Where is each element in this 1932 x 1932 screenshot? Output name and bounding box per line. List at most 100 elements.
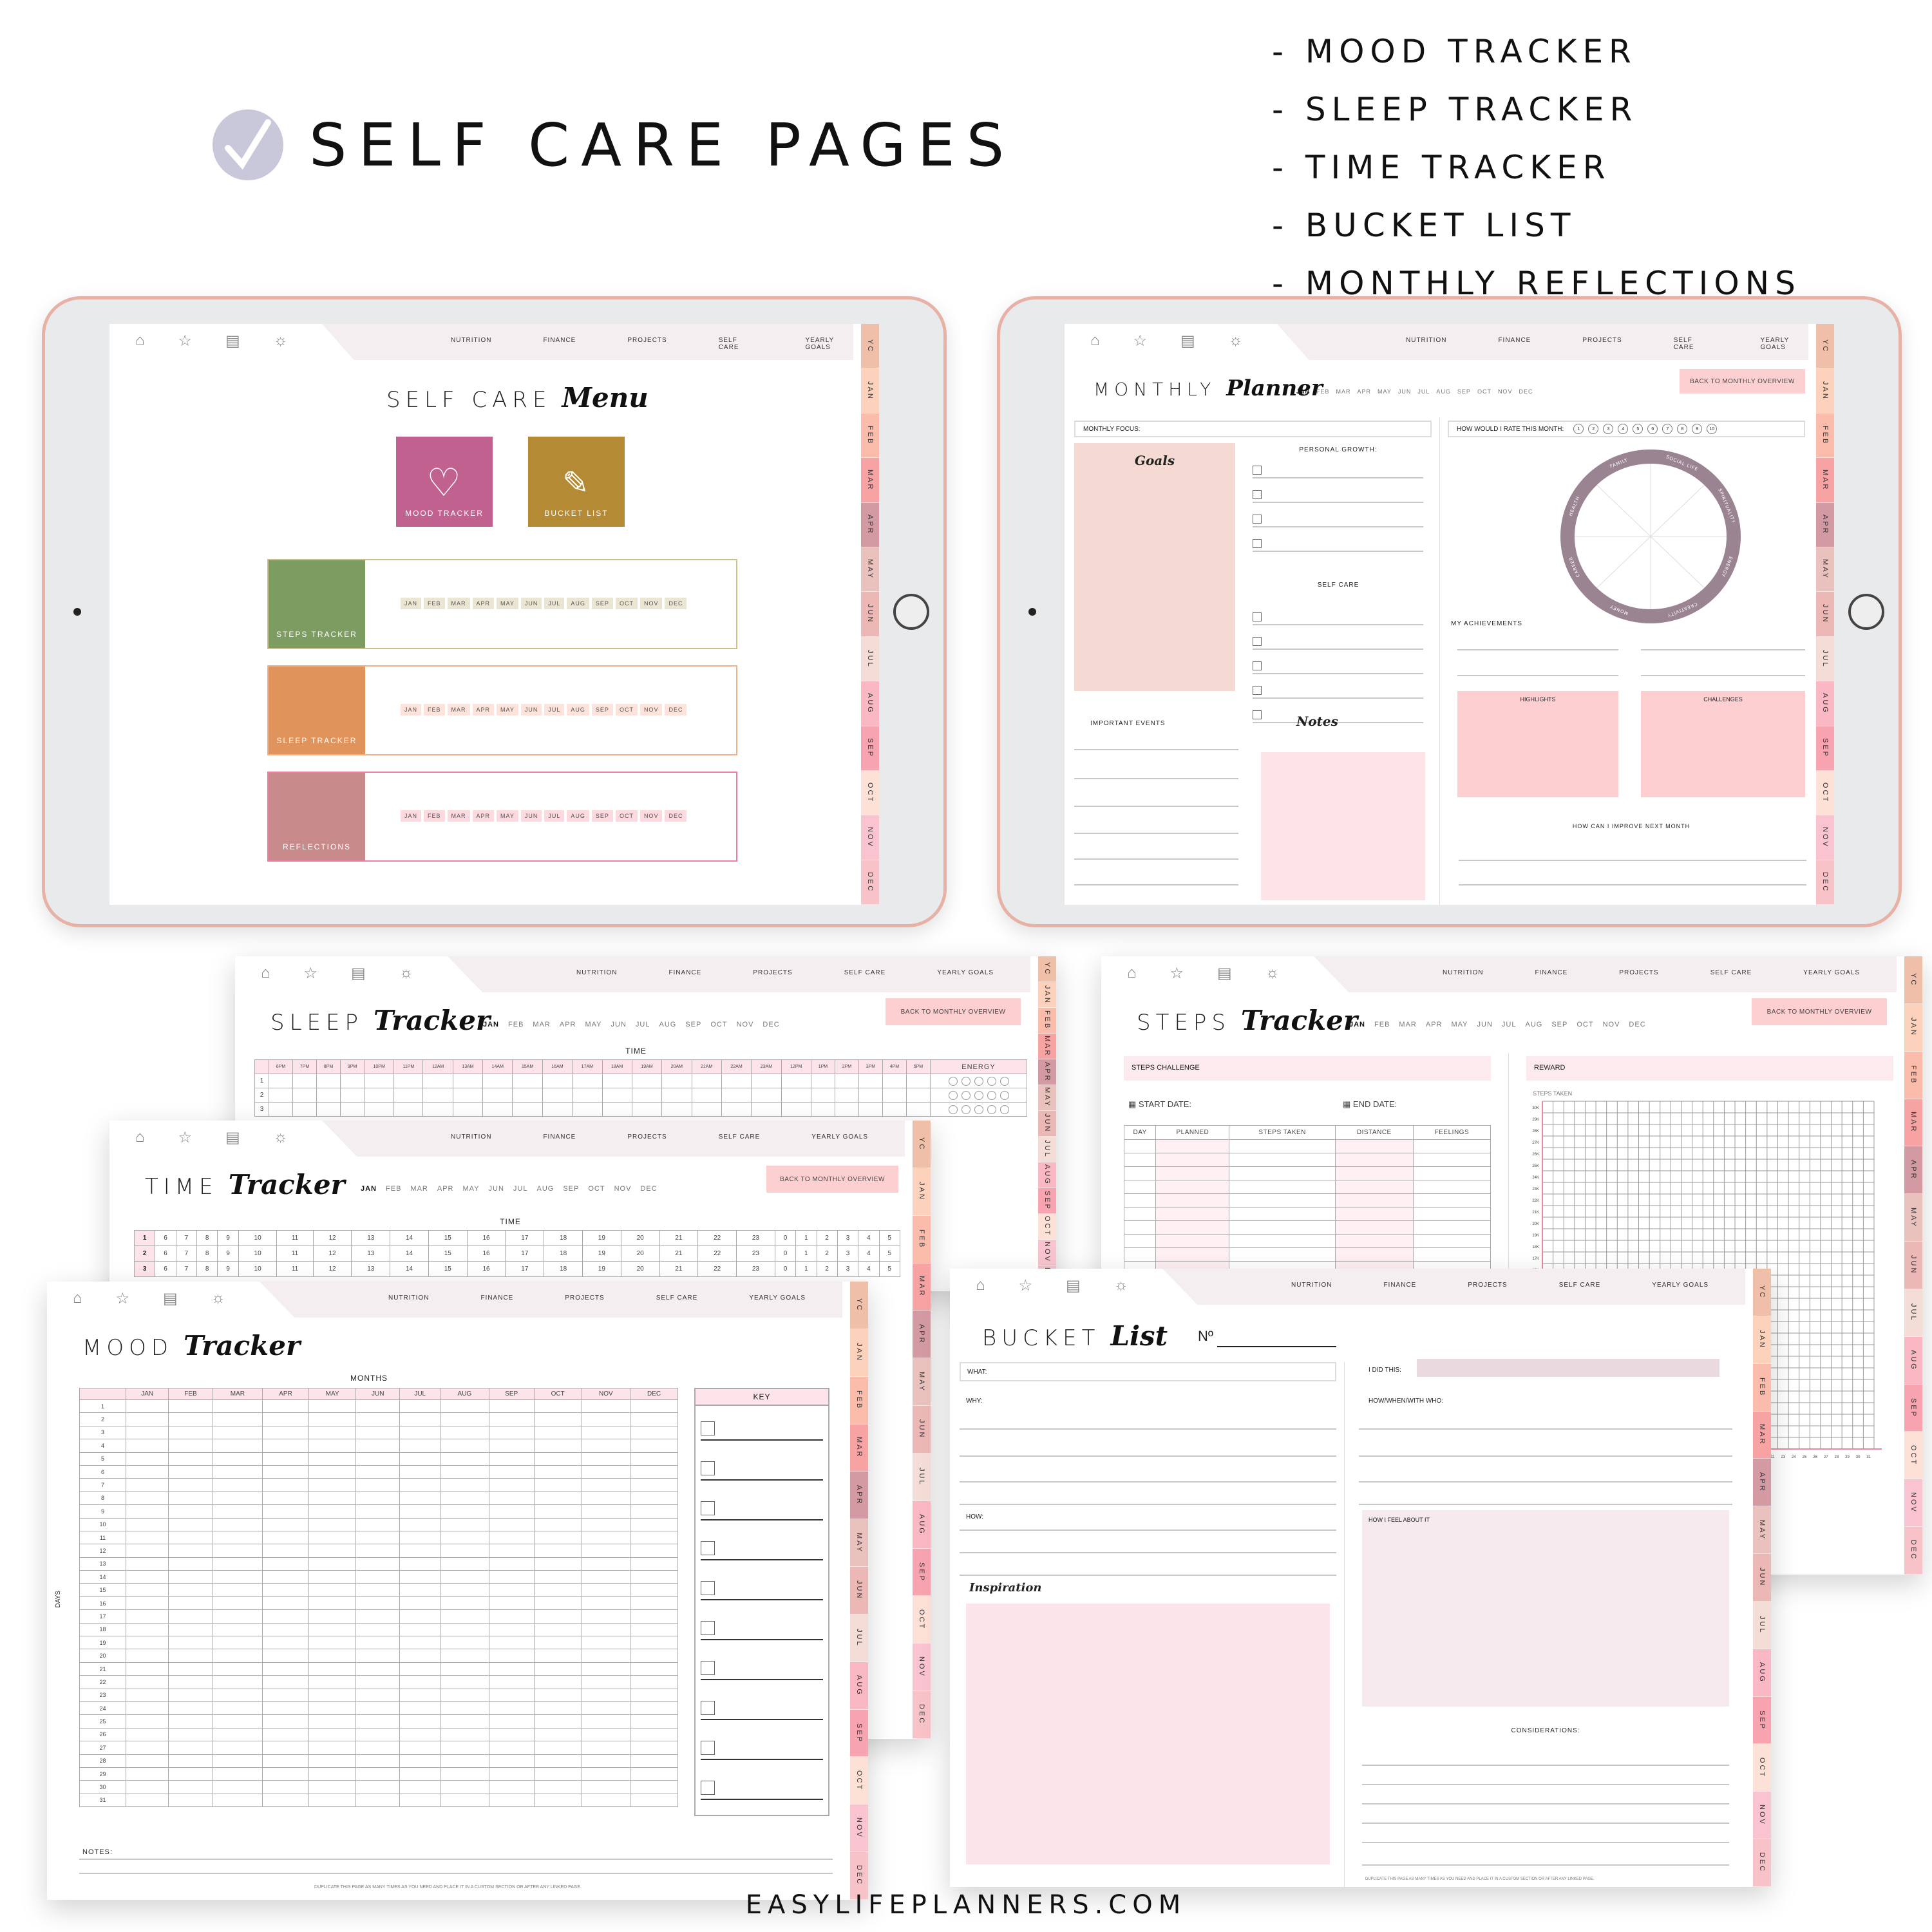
mood-cell[interactable]	[262, 1452, 309, 1466]
goal-line[interactable]	[1253, 697, 1423, 699]
side-tab-jul[interactable]: JUL	[1753, 1601, 1771, 1649]
side-tab-yc[interactable]: YC	[1904, 956, 1922, 1004]
mood-cell[interactable]	[399, 1570, 441, 1584]
sleep-cell[interactable]	[512, 1102, 543, 1117]
nav-link-nutrition[interactable]: NUTRITION	[1406, 337, 1446, 351]
side-tab-aug[interactable]: AUG	[1038, 1162, 1056, 1188]
mood-cell[interactable]	[488, 1675, 535, 1689]
side-tab-feb[interactable]: FEB	[1753, 1363, 1771, 1412]
hour-cell[interactable]: 21	[659, 1261, 699, 1277]
sleep-cell[interactable]	[422, 1102, 453, 1117]
hour-cell[interactable]: 23	[736, 1261, 775, 1277]
why-how-line[interactable]	[960, 1530, 1336, 1531]
mood-cell[interactable]	[630, 1464, 678, 1479]
mood-cell[interactable]	[630, 1439, 678, 1453]
sleep-cell[interactable]	[834, 1102, 859, 1117]
mood-cell[interactable]	[308, 1609, 357, 1624]
side-tab-mar[interactable]: MAR	[1904, 1099, 1922, 1147]
side-tab-oct[interactable]: OCT	[861, 770, 879, 816]
month-chip-oct[interactable]: OCT	[615, 704, 638, 715]
mood-cell[interactable]	[125, 1714, 169, 1728]
month-link-sep[interactable]: SEP	[685, 1021, 701, 1028]
month-link-jul[interactable]: JUL	[1417, 388, 1430, 395]
checkbox[interactable]	[1253, 661, 1262, 670]
mood-cell[interactable]	[630, 1793, 678, 1808]
footer-url[interactable]: EASYLIFEPLANNERS.COM	[0, 1890, 1932, 1920]
hour-cell[interactable]: 4	[858, 1230, 880, 1246]
side-tab-yc[interactable]: YC	[861, 324, 879, 369]
rating-option[interactable]: 4	[1618, 424, 1629, 434]
month-chip-may[interactable]: MAY	[497, 810, 518, 822]
mood-cell[interactable]	[125, 1675, 169, 1689]
mood-cell[interactable]	[168, 1714, 213, 1728]
mood-cell[interactable]	[212, 1596, 263, 1611]
cell-day[interactable]	[1123, 1220, 1157, 1235]
month-link-jan[interactable]: JAN	[361, 1185, 377, 1193]
hour-cell[interactable]: 3	[837, 1230, 859, 1246]
sleep-cell[interactable]	[269, 1074, 293, 1088]
mood-cell[interactable]	[630, 1701, 678, 1716]
mood-cell[interactable]	[212, 1754, 263, 1768]
mood-cell[interactable]	[399, 1412, 441, 1426]
sleep-cell[interactable]	[751, 1102, 782, 1117]
month-chip-jun[interactable]: JUN	[520, 810, 542, 822]
hour-cell[interactable]: 9	[217, 1230, 239, 1246]
mood-cell[interactable]	[488, 1609, 535, 1624]
hour-cell[interactable]: 2	[816, 1261, 838, 1277]
mood-cell[interactable]	[630, 1754, 678, 1768]
mood-cell[interactable]	[488, 1780, 535, 1794]
mood-cell[interactable]	[581, 1741, 631, 1755]
nav-link-nutrition[interactable]: NUTRITION	[1291, 1282, 1332, 1289]
mood-cell[interactable]	[125, 1766, 169, 1781]
sleep-cell[interactable]	[542, 1074, 573, 1088]
sleep-cell[interactable]	[393, 1074, 424, 1088]
cell-distance[interactable]	[1334, 1166, 1414, 1180]
sleep-cell[interactable]	[781, 1102, 811, 1117]
hour-cell[interactable]: 15	[428, 1245, 468, 1262]
mood-cell[interactable]	[440, 1793, 489, 1808]
cell-planned[interactable]	[1155, 1193, 1230, 1208]
mood-cell[interactable]	[125, 1517, 169, 1531]
side-tab-oct[interactable]: OCT	[1753, 1744, 1771, 1792]
key-color-box[interactable]	[701, 1501, 715, 1515]
side-tab-sep[interactable]: SEP	[1816, 726, 1834, 771]
mood-cell[interactable]	[308, 1439, 357, 1453]
inspiration-box[interactable]	[966, 1604, 1330, 1864]
nav-link-finance[interactable]: FINANCE	[668, 969, 701, 976]
mood-cell[interactable]	[533, 1491, 582, 1506]
event-line[interactable]	[1074, 806, 1238, 807]
sleep-cell[interactable]	[691, 1102, 722, 1117]
mood-cell[interactable]	[168, 1425, 213, 1440]
mood-cell[interactable]	[355, 1570, 401, 1584]
mood-cell[interactable]	[533, 1464, 582, 1479]
mood-cell[interactable]	[630, 1557, 678, 1571]
mood-cell[interactable]	[125, 1688, 169, 1702]
month-link-oct[interactable]: OCT	[710, 1021, 727, 1028]
mood-cell[interactable]	[355, 1622, 401, 1637]
mood-cell[interactable]	[125, 1754, 169, 1768]
sleep-cell[interactable]	[340, 1102, 365, 1117]
nav-link-self-care[interactable]: SELF CARE	[1710, 969, 1752, 976]
mood-cell[interactable]	[488, 1649, 535, 1663]
goal-line[interactable]	[1253, 477, 1423, 478]
mood-cell[interactable]	[630, 1491, 678, 1506]
hour-cell[interactable]: 1	[795, 1245, 817, 1262]
hour-cell[interactable]: 23	[736, 1245, 775, 1262]
mood-cell[interactable]	[533, 1530, 582, 1545]
lightbulb-icon[interactable]: ☼	[1114, 1276, 1128, 1295]
mood-cell[interactable]	[125, 1741, 169, 1755]
sleep-cell[interactable]	[316, 1102, 341, 1117]
mood-cell[interactable]	[399, 1688, 441, 1702]
cell-distance[interactable]	[1334, 1207, 1414, 1221]
hour-cell[interactable]: 14	[390, 1230, 429, 1246]
notes-box[interactable]	[1261, 752, 1425, 900]
key-line[interactable]	[701, 1719, 823, 1720]
month-link-jan[interactable]: JAN	[483, 1021, 499, 1028]
mood-cell[interactable]	[533, 1675, 582, 1689]
mood-cell[interactable]	[399, 1741, 441, 1755]
mood-cell[interactable]	[355, 1662, 401, 1676]
back-to-monthly-overview-button[interactable]: BACK TO MONTHLY OVERVIEW	[766, 1166, 898, 1193]
mood-cell[interactable]	[308, 1649, 357, 1663]
mood-cell[interactable]	[308, 1662, 357, 1676]
sleep-cell[interactable]	[691, 1088, 722, 1103]
